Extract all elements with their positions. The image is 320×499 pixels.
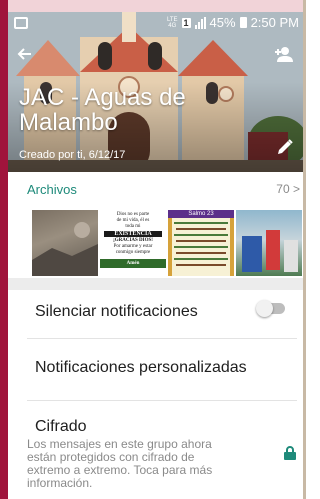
battery-percent: 45%	[209, 15, 236, 30]
encryption-description: Los mensajes en este grupo ahora están p…	[27, 437, 213, 490]
section-divider	[8, 278, 303, 290]
mute-toggle-knob	[256, 300, 273, 317]
battery-icon	[239, 17, 247, 28]
media-thumbnails: Dios no es parte de mi vida, él es toda …	[32, 210, 302, 276]
sim-slot-badge: 1	[181, 17, 191, 28]
add-person-icon[interactable]	[273, 46, 293, 67]
clock: 2:50 PM	[250, 15, 299, 30]
lock-icon	[284, 446, 296, 465]
photo-frame-top	[0, 0, 306, 12]
created-by: Creado por ti, 6/12/17	[19, 149, 126, 161]
files-label[interactable]: Archivos	[27, 182, 77, 197]
custom-notifications-row[interactable]: Notificaciones personalizadas	[8, 339, 303, 399]
encryption-title: Cifrado	[35, 418, 87, 435]
signal-icon	[194, 16, 206, 29]
group-header: LTE 4G 1 45% 2:50 PM JAC - Aguas de Mala…	[8, 12, 303, 172]
group-name: JAC - Aguas de Malambo	[19, 84, 186, 136]
mute-toggle[interactable]	[256, 300, 285, 317]
back-arrow-icon[interactable]	[16, 46, 32, 67]
mute-notifications-label: Silenciar notificaciones	[35, 303, 198, 320]
media-thumbnail[interactable]: Salmo 23	[168, 210, 234, 276]
mute-notifications-row[interactable]: Silenciar notificaciones	[8, 290, 303, 338]
pencil-icon[interactable]	[276, 138, 294, 161]
status-bar: LTE 4G 1 45% 2:50 PM	[8, 12, 303, 36]
custom-notifications-label: Notificaciones personalizadas	[35, 359, 247, 376]
media-thumbnail[interactable]	[32, 210, 98, 276]
network-type: LTE 4G	[166, 16, 178, 29]
sim-icon	[14, 17, 28, 29]
files-count[interactable]: 70 >	[276, 182, 300, 196]
media-thumbnail[interactable]: Dios no es parte de mi vida, él es toda …	[100, 210, 166, 276]
media-thumbnail[interactable]	[236, 210, 302, 276]
